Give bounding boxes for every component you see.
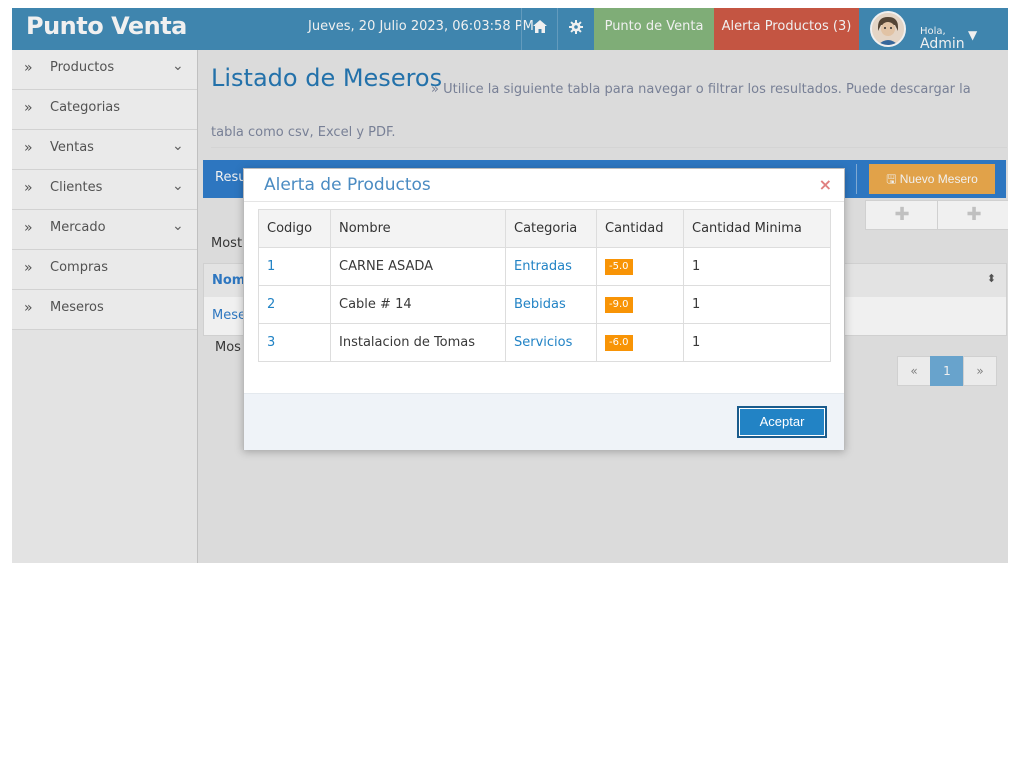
modal-footer: Aceptar xyxy=(244,393,844,450)
quantity-cell: -5.0 xyxy=(596,247,684,286)
alert-table: Codigo Nombre Categoria Cantidad Cantida… xyxy=(258,209,831,362)
product-code-link[interactable]: 3 xyxy=(258,323,331,362)
modal-header: Alerta de Productos × xyxy=(244,169,844,202)
accept-button[interactable]: Aceptar xyxy=(737,406,827,438)
quantity-badge: -6.0 xyxy=(605,335,633,351)
quantity-cell: -6.0 xyxy=(596,323,684,362)
column-header-cantidad: Cantidad xyxy=(596,209,684,248)
table-header-row: Codigo Nombre Categoria Cantidad Cantida… xyxy=(258,209,831,248)
category-link[interactable]: Servicios xyxy=(505,323,597,362)
quantity-badge: -5.0 xyxy=(605,259,633,275)
minimum-quantity: 1 xyxy=(683,247,831,286)
quantity-badge: -9.0 xyxy=(605,297,633,313)
quantity-cell: -9.0 xyxy=(596,285,684,324)
table-row: 2 Cable # 14 Bebidas -9.0 1 xyxy=(258,285,831,324)
minimum-quantity: 1 xyxy=(683,323,831,362)
column-header-cantidad-minima: Cantidad Minima xyxy=(683,209,831,248)
app-window: Punto Venta Jueves, 20 Julio 2023, 06:03… xyxy=(12,8,1008,563)
table-row: 3 Instalacion de Tomas Servicios -6.0 1 xyxy=(258,323,831,362)
modal-title: Alerta de Productos xyxy=(264,175,431,195)
column-header-nombre: Nombre xyxy=(330,209,506,248)
product-code-link[interactable]: 1 xyxy=(258,247,331,286)
product-name: CARNE ASADA xyxy=(330,247,506,286)
column-header-codigo: Codigo xyxy=(258,209,331,248)
category-link[interactable]: Entradas xyxy=(505,247,597,286)
product-alert-modal: Alerta de Productos × Codigo Nombre Cate… xyxy=(243,168,845,450)
product-code-link[interactable]: 2 xyxy=(258,285,331,324)
category-link[interactable]: Bebidas xyxy=(505,285,597,324)
minimum-quantity: 1 xyxy=(683,285,831,324)
close-icon[interactable]: × xyxy=(819,175,832,194)
product-name: Cable # 14 xyxy=(330,285,506,324)
table-row: 1 CARNE ASADA Entradas -5.0 1 xyxy=(258,247,831,286)
column-header-categoria: Categoria xyxy=(505,209,597,248)
product-name: Instalacion de Tomas xyxy=(330,323,506,362)
